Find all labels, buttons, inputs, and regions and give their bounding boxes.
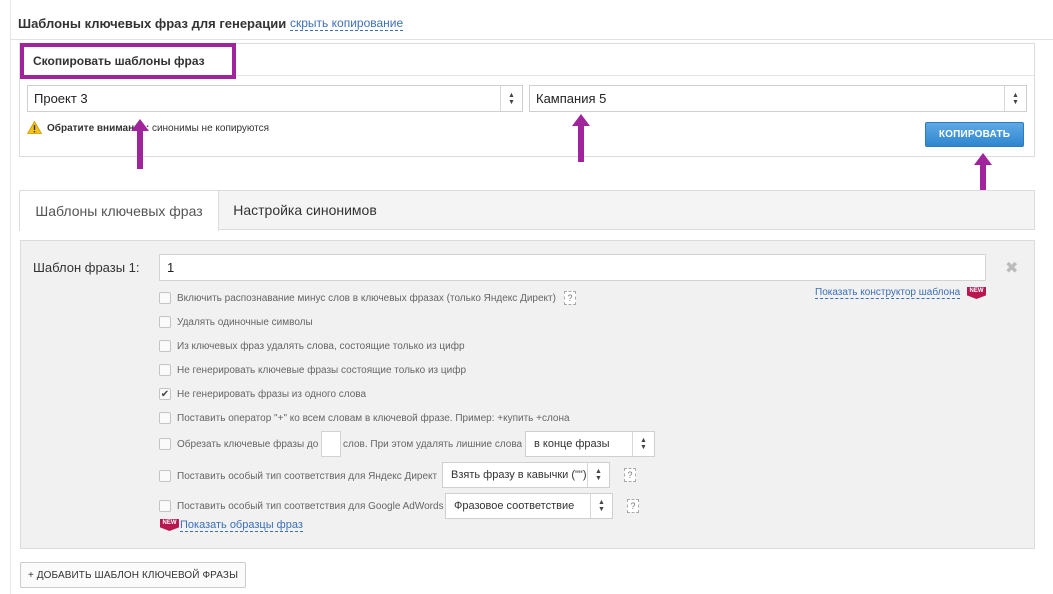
- option-label: Из ключевых фраз удалять слова, состоящи…: [177, 340, 465, 352]
- copy-panel-title: Скопировать шаблоны фраз: [33, 54, 205, 68]
- checkbox[interactable]: [159, 470, 171, 482]
- word-count-input[interactable]: [321, 431, 341, 457]
- option-trim-phrases[interactable]: Обрезать ключевые фразы до: [159, 437, 318, 451]
- header-divider: [10, 39, 1053, 40]
- show-samples-link[interactable]: Показать образцы фраз: [180, 519, 303, 532]
- checkbox[interactable]: [159, 412, 171, 424]
- checkbox-checked[interactable]: ✔: [159, 388, 171, 400]
- template-input[interactable]: 1: [159, 254, 986, 281]
- option-label: Поставить особый тип соответствия для Ян…: [177, 470, 438, 482]
- trim-position-value: в конце фразы: [534, 438, 610, 450]
- help-icon[interactable]: ?: [624, 468, 636, 482]
- option-single-symbols[interactable]: Удалять одиночные символы: [159, 315, 313, 329]
- option-plus-operator[interactable]: Поставить оператор "+" ко всем словам в …: [159, 411, 570, 425]
- option-yandex-match-type[interactable]: Поставить особый тип соответствия для Ян…: [159, 469, 437, 483]
- option-no-digit-phrases[interactable]: Не генерировать ключевые фразы состоящие…: [159, 363, 466, 377]
- google-match-value: Фразовое соответствие: [454, 500, 575, 512]
- checkbox[interactable]: [159, 316, 171, 328]
- option-label: Поставить особый тип соответствия для Go…: [177, 500, 444, 512]
- yandex-match-value: Взять фразу в кавычки (""): [451, 469, 587, 481]
- show-constructor-link[interactable]: Показать конструктор шаблона: [815, 287, 961, 299]
- trim-label-after: слов. При этом удалять лишние слова: [343, 437, 522, 451]
- option-label: Удалять одиночные символы: [177, 316, 313, 328]
- option-label: Поставить оператор "+" ко всем словам в …: [177, 412, 570, 424]
- option-label: Обрезать ключевые фразы до: [177, 438, 319, 450]
- option-no-single-word[interactable]: ✔ Не генерировать фразы из одного слова: [159, 387, 366, 401]
- trim-position-select[interactable]: в конце фразы ▲ ▼: [525, 431, 655, 457]
- google-match-select[interactable]: Фразовое соответствие ▲ ▼: [445, 493, 613, 519]
- select-arrows-icon: ▲ ▼: [500, 86, 522, 111]
- checkbox[interactable]: [159, 500, 171, 512]
- close-icon[interactable]: ✖: [1005, 258, 1018, 278]
- help-icon[interactable]: ?: [563, 291, 576, 305]
- select-arrows-icon: ▲ ▼: [587, 463, 609, 487]
- checkbox[interactable]: [159, 340, 171, 352]
- option-remove-digit-words[interactable]: Из ключевых фраз удалять слова, состоящи…: [159, 339, 465, 353]
- checkbox[interactable]: [159, 364, 171, 376]
- option-minus-words[interactable]: Включить распознавание минус слов в ключ…: [159, 291, 576, 305]
- annotation-arrow-icon: [572, 114, 590, 162]
- select-arrows-icon: ▲ ▼: [590, 494, 612, 518]
- campaign-select[interactable]: Кампания 5 ▲ ▼: [529, 85, 1027, 112]
- checkbox[interactable]: [159, 292, 171, 304]
- option-label: Не генерировать ключевые фразы состоящие…: [177, 364, 467, 376]
- option-label: Не генерировать фразы из одного слова: [177, 388, 367, 400]
- page-title: Шаблоны ключевых фраз для генерации: [18, 16, 287, 31]
- option-label: Включить распознавание минус слов в ключ…: [177, 292, 556, 304]
- select-arrows-icon: ▲ ▼: [1004, 86, 1026, 111]
- tab-keyword-templates[interactable]: Шаблоны ключевых фраз: [19, 190, 219, 231]
- add-template-button[interactable]: + ДОБАВИТЬ ШАБЛОН КЛЮЧЕВОЙ ФРАЗЫ: [20, 562, 246, 588]
- yandex-match-select[interactable]: Взять фразу в кавычки ("") ▲ ▼: [442, 462, 610, 488]
- warning-text: синонимы не копируются: [151, 123, 270, 134]
- project-select-value: Проект 3: [34, 91, 88, 106]
- copy-button[interactable]: КОПИРОВАТЬ: [925, 122, 1024, 147]
- warning-icon: [27, 121, 42, 134]
- project-select[interactable]: Проект 3 ▲ ▼: [27, 85, 523, 112]
- copy-panel-divider: [236, 75, 1034, 76]
- select-arrows-icon: ▲ ▼: [632, 432, 654, 456]
- help-icon[interactable]: ?: [627, 499, 639, 513]
- template-label: Шаблон фразы 1:: [33, 260, 140, 275]
- annotation-arrow-icon: [131, 119, 149, 169]
- option-label: слов. При этом удалять лишние слова: [343, 438, 523, 450]
- hide-copy-link[interactable]: скрыть копирование: [290, 17, 404, 31]
- checkbox[interactable]: [159, 438, 171, 450]
- option-google-match-type[interactable]: Поставить особый тип соответствия для Go…: [159, 499, 444, 513]
- tab-synonyms[interactable]: Настройка синонимов: [220, 190, 390, 230]
- campaign-select-value: Кампания 5: [536, 91, 607, 106]
- warning-message: Обратите внимание: синонимы не копируютс…: [47, 123, 269, 134]
